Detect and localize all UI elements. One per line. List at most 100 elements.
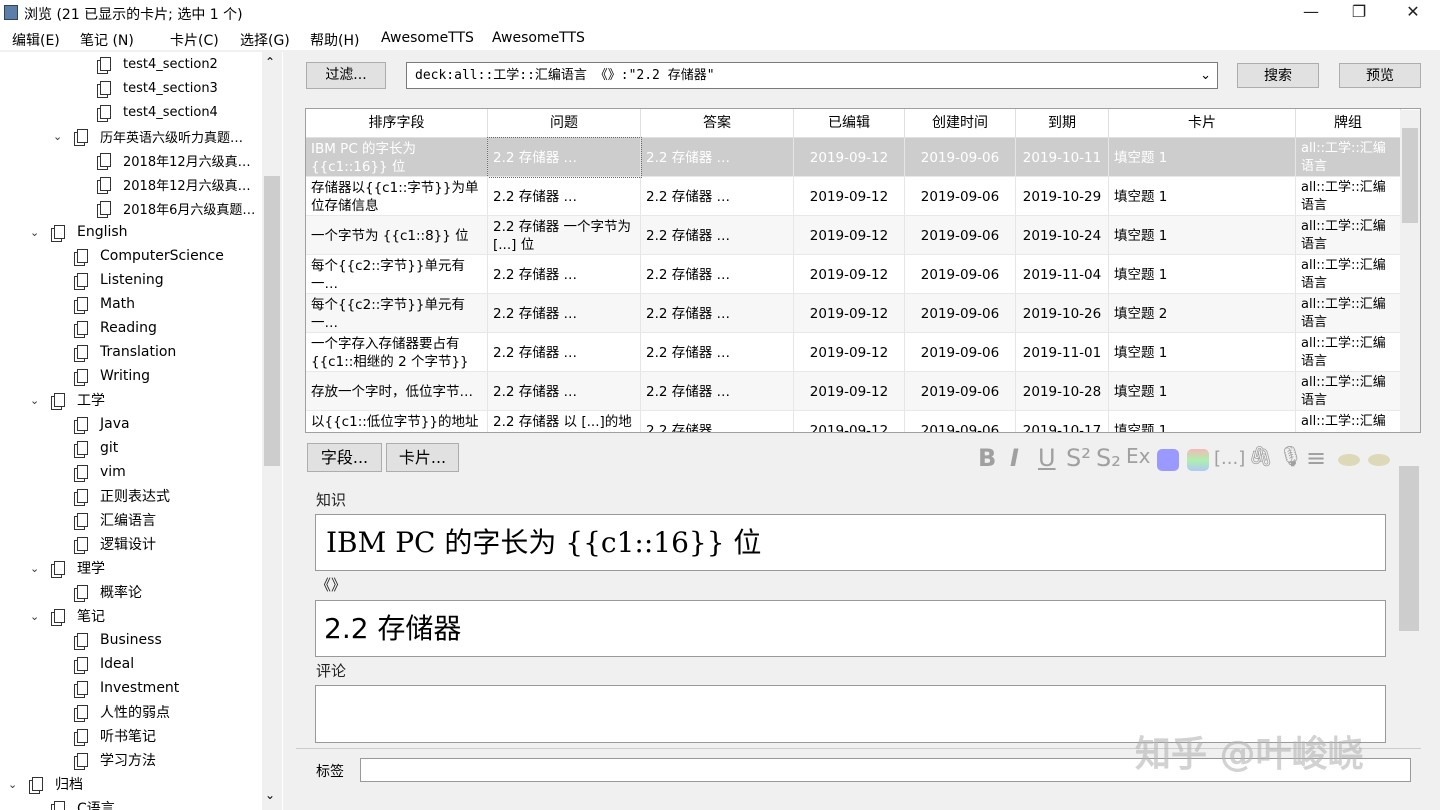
sidebar-deck-item[interactable]: 2018年12月六级真…: [100, 148, 251, 172]
scroll-up-icon[interactable]: ⌃: [265, 55, 275, 69]
table-cell: 2.2 存储器 …: [488, 177, 641, 216]
menu-help[interactable]: 帮助(H): [310, 30, 359, 50]
table-scrollbar[interactable]: [1400, 110, 1420, 432]
expand-chevron-icon[interactable]: ⌄: [53, 130, 67, 143]
cloze-button[interactable]: [...]: [1214, 448, 1245, 469]
sidebar-deck-item[interactable]: 概率论: [77, 580, 142, 604]
sidebar-deck-item[interactable]: Investment: [77, 676, 179, 700]
table-cell: 2019-11-04: [1016, 255, 1109, 294]
scroll-down-icon[interactable]: ⌄: [265, 788, 275, 802]
sidebar-deck-item[interactable]: Ideal: [77, 652, 134, 676]
subscript-button[interactable]: S₂: [1096, 444, 1121, 472]
field-quote[interactable]: 2.2 存储器: [315, 600, 1386, 657]
table-row[interactable]: 存储器以{{c1::字节}}为单位存储信息 2.2 存储器 … 2.2 存储器 … 2…: [306, 177, 1401, 216]
expand-chevron-icon[interactable]: ⌄: [30, 226, 44, 239]
sidebar-deck-item[interactable]: ⌄ English: [30, 220, 128, 244]
sidebar-deck-item[interactable]: 人性的弱点: [77, 700, 170, 724]
bold-button[interactable]: B: [978, 444, 996, 472]
attach-icon[interactable]: 🖇: [1248, 444, 1273, 468]
sidebar-deck-item[interactable]: ⌄ 笔记: [30, 604, 105, 628]
deck-icon: [100, 57, 111, 71]
sidebar-deck-item[interactable]: Reading: [77, 316, 157, 340]
menu-card[interactable]: 卡片(C): [170, 30, 219, 50]
table-cell: 2019-09-06: [905, 333, 1016, 372]
search-input[interactable]: deck:all::工学::汇编语言 《》:"2.2 存储器" ⌄: [406, 62, 1218, 89]
sidebar-deck-item[interactable]: ⌄ 工学: [30, 388, 105, 412]
sidebar-item-label: Translation: [100, 344, 177, 360]
menu-lines-icon[interactable]: ≡: [1306, 444, 1326, 472]
menu-select[interactable]: 选择(G): [240, 30, 290, 50]
table-row[interactable]: IBM PC 的字长为 {{c1::16}} 位 2.2 存储器 … 2.2 存储器…: [306, 137, 1401, 178]
column-header[interactable]: 创建时间: [905, 109, 1016, 138]
sidebar-deck-item[interactable]: ComputerScience: [77, 244, 224, 268]
preview-button[interactable]: 预览: [1339, 63, 1421, 88]
sidebar-deck-item[interactable]: 2018年12月六级真…: [100, 172, 251, 196]
sidebar-deck-item[interactable]: git: [77, 436, 118, 460]
superscript-button[interactable]: S²: [1066, 444, 1091, 472]
fields-button[interactable]: 字段...: [307, 443, 382, 472]
sidebar-deck-item[interactable]: ⌄ 归档: [8, 772, 83, 796]
filter-button[interactable]: 过滤...: [306, 62, 386, 89]
table-row[interactable]: 存放一个字时，低位字节… 2.2 存储器 … 2.2 存储器 … 2019-09-12…: [306, 372, 1401, 411]
table-row[interactable]: 以{{c1::低位字节}}的地址表示字的地址2.2 存储器 以 [...]的地址…: [306, 411, 1401, 432]
sidebar-deck-item[interactable]: Translation: [77, 340, 176, 364]
sidebar-deck-item[interactable]: ⌄ 理学: [30, 556, 105, 580]
underline-button[interactable]: U: [1038, 444, 1056, 472]
field-knowledge[interactable]: IBM PC 的字长为 {{c1::16}} 位: [315, 514, 1386, 571]
tts-icon-2[interactable]: [1368, 454, 1390, 466]
deck-icon: [100, 201, 111, 215]
column-header[interactable]: 牌组: [1296, 109, 1401, 138]
sidebar-deck-item[interactable]: test4_section2: [100, 52, 218, 76]
sidebar-scroll-thumb[interactable]: [264, 176, 280, 466]
cards-button[interactable]: 卡片...: [386, 443, 459, 472]
sidebar-deck-item[interactable]: C语言: [54, 796, 115, 810]
menu-awesometts-2[interactable]: AwesomeTTS: [492, 30, 585, 46]
expand-chevron-icon[interactable]: ⌄: [8, 778, 22, 791]
sidebar-deck-item[interactable]: 2018年6月六级真题…: [100, 196, 255, 220]
expand-chevron-icon[interactable]: ⌄: [30, 562, 44, 575]
sidebar-deck-item[interactable]: test4_section3: [100, 76, 218, 100]
menu-awesometts-1[interactable]: AwesomeTTS: [381, 30, 474, 46]
table-cell: 2019-10-11: [1016, 138, 1109, 177]
editor-scrollbar[interactable]: [1398, 462, 1420, 747]
sidebar-deck-item[interactable]: 正则表达式: [77, 484, 170, 508]
column-header[interactable]: 已编辑: [794, 109, 905, 138]
sidebar-deck-item[interactable]: 学习方法: [77, 748, 156, 772]
column-header[interactable]: 到期: [1016, 109, 1109, 138]
expand-chevron-icon[interactable]: ⌄: [30, 610, 44, 623]
expand-chevron-icon[interactable]: ⌄: [30, 394, 44, 407]
italic-button[interactable]: I: [1010, 444, 1019, 472]
sidebar-deck-item[interactable]: Java: [77, 412, 130, 436]
sidebar-deck-item[interactable]: 听书笔记: [77, 724, 156, 748]
column-header[interactable]: 排序字段: [306, 109, 488, 138]
sidebar-deck-item[interactable]: 汇编语言: [77, 508, 156, 532]
table-row[interactable]: 一个字节为 {{c1::8}} 位 2.2 存储器 一个字节为 [...] 位 2.…: [306, 216, 1401, 255]
sidebar-deck-item[interactable]: 逻辑设计: [77, 532, 156, 556]
microphone-icon[interactable]: 🎙: [1278, 444, 1303, 468]
maximize-button[interactable]: ❐: [1336, 2, 1382, 21]
menu-edit[interactable]: 编辑(E): [12, 30, 60, 50]
tts-icon[interactable]: [1338, 454, 1360, 466]
highlight-color-button[interactable]: [1187, 449, 1209, 471]
sidebar-deck-item[interactable]: Business: [77, 628, 162, 652]
minimize-button[interactable]: —: [1288, 2, 1334, 21]
sidebar-deck-item[interactable]: Math: [77, 292, 135, 316]
column-header[interactable]: 卡片: [1109, 109, 1296, 138]
table-row[interactable]: 一个字存入存储器要占有{{c1::相继的 2 个字节}} 2.2 存储器 … 2.2…: [306, 333, 1401, 372]
menu-note[interactable]: 笔记 (N): [80, 30, 134, 50]
clear-format-button[interactable]: Ex: [1126, 444, 1150, 468]
close-button[interactable]: ✕: [1390, 2, 1436, 21]
sidebar-deck-item[interactable]: Writing: [77, 364, 150, 388]
table-cell: all::工学::汇编语言: [1296, 216, 1401, 255]
column-header[interactable]: 问题: [488, 109, 641, 138]
chevron-down-icon[interactable]: ⌄: [1200, 63, 1211, 88]
sidebar-deck-item[interactable]: ⌄ 历年英语六级听力真题…: [53, 124, 243, 148]
search-button[interactable]: 搜索: [1237, 63, 1319, 88]
sidebar-deck-item[interactable]: test4_section4: [100, 100, 218, 124]
column-header[interactable]: 答案: [641, 109, 794, 138]
table-row[interactable]: 每个{{c2::字节}}单元有一… 2.2 存储器 … 2.2 存储器 … 2019-…: [306, 294, 1401, 333]
table-row[interactable]: 每个{{c2::字节}}单元有一… 2.2 存储器 … 2.2 存储器 … 2019-…: [306, 255, 1401, 294]
sidebar-deck-item[interactable]: Listening: [77, 268, 164, 292]
text-color-button[interactable]: [1157, 449, 1179, 471]
sidebar-deck-item[interactable]: vim: [77, 460, 126, 484]
